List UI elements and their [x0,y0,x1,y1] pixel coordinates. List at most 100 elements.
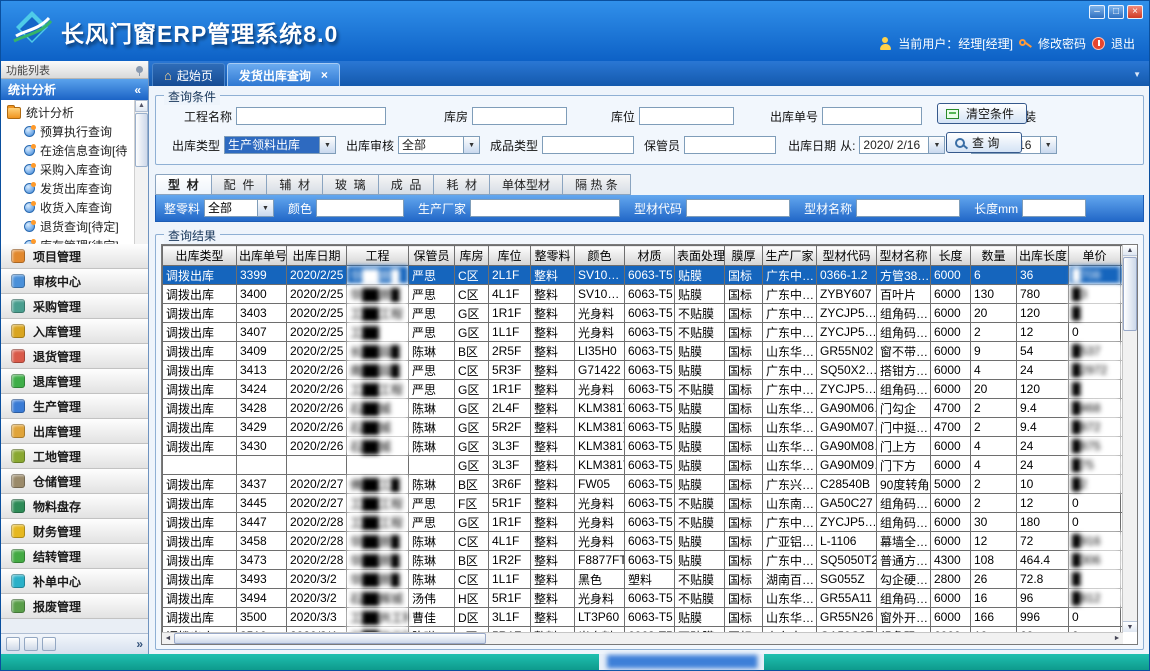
change-password-link[interactable]: 修改密码 [1038,35,1086,52]
column-header[interactable]: 库位 [489,246,531,266]
sidebar-module[interactable]: 报废管理 [1,594,148,619]
table-row[interactable]: 调拨出库34132020/2/26南██园█严思C区5R3F整料G7142260… [163,361,1139,380]
column-header[interactable]: 材质 [625,246,675,266]
sidebar-module[interactable]: 入库管理 [1,319,148,344]
warehouse-input[interactable] [472,107,567,125]
column-header[interactable]: 型材代码 [817,246,877,266]
tree-item[interactable]: 在途信息查询[待 [1,141,148,160]
sidebar-module[interactable]: 出库管理 [1,419,148,444]
profile-name-filter-input[interactable] [856,199,960,217]
table-row[interactable]: 调拨出库35002020/3/3工██共工程曹佳D区3L1F整料LT3P6060… [163,608,1139,627]
sidebar-module[interactable]: 结转管理 [1,544,148,569]
material-tab[interactable]: 辅 材 [267,174,323,195]
tree-item[interactable]: 收货入库查询 [1,198,148,217]
column-header[interactable]: 颜色 [575,246,625,266]
table-row[interactable]: 调拨出库34372020/2/27佛██工█陈琳B区3R6F整料FW056063… [163,475,1139,494]
tab-home[interactable]: ⌂ 起始页 [152,63,225,86]
tree-scrollbar[interactable]: ▲ [134,100,148,244]
column-header[interactable]: 出库日期 [287,246,347,266]
column-header[interactable]: 表面处理 [675,246,725,266]
material-tab[interactable]: 隔 热 条 [563,174,631,195]
keeper-input[interactable] [684,136,776,154]
tree-scroll-thumb[interactable] [135,113,148,167]
horizontal-scrollbar[interactable]: ◄ ► [162,632,1123,644]
scroll-down-icon[interactable]: ▼ [1123,621,1137,632]
sidebar-module[interactable]: 审核中心 [1,269,148,294]
sidebar-module[interactable]: 工地管理 [1,444,148,469]
table-row[interactable]: 调拨出库33992020/2/25华██原█严思C区2L1F整料SV10…606… [163,266,1139,285]
column-header[interactable]: 出库长度 [1017,246,1069,266]
monitor-icon[interactable] [42,637,56,651]
chevron-down-icon[interactable]: ▼ [1040,137,1056,153]
sidebar-module[interactable]: 生产管理 [1,394,148,419]
chevron-down-icon[interactable]: ▼ [319,137,335,153]
column-header[interactable]: 长度 [931,246,971,266]
scroll-left-icon[interactable]: ◄ [162,635,174,642]
scroll-right-icon[interactable]: ► [1111,635,1123,642]
table-row[interactable]: 调拨出库34472020/2/28工██工程严思G区1R1F整料光身料6063-… [163,513,1139,532]
whole-piece-select[interactable]: 全部 ▼ [204,199,274,217]
chevron-down-icon[interactable]: ▼ [463,137,479,153]
minimize-button[interactable]: – [1089,5,1105,19]
column-header[interactable]: 数量 [971,246,1017,266]
order-no-input[interactable] [822,107,922,125]
table-row[interactable]: 调拨出库34942020/3/2石██辉城汤伟H区5R1F整料光身料6063-T… [163,589,1139,608]
location-input[interactable] [639,107,734,125]
project-name-input[interactable] [236,107,386,125]
sidebar-module[interactable]: 采购管理 [1,294,148,319]
column-header[interactable]: 出库类型 [163,246,237,266]
tab-close-icon[interactable]: × [321,68,328,82]
date-from-picker[interactable]: 2020/ 2/16 ▼ [859,136,945,154]
column-header[interactable]: 工程 [347,246,409,266]
length-filter-input[interactable] [1022,199,1086,217]
sidebar-module[interactable]: 物料盘存 [1,494,148,519]
sidebar-module[interactable]: 仓储管理 [1,469,148,494]
audit-select[interactable]: 全部 ▼ [398,136,480,154]
table-row[interactable]: 调拨出库34282020/2/26石██城陈琳G区2L4F整料KLM381760… [163,399,1139,418]
tree-item[interactable]: 发货出库查询 [1,179,148,198]
table-row[interactable]: 调拨出库34242020/2/26工██工程严思G区1R1F整料光身料6063-… [163,380,1139,399]
tree-item[interactable]: 退货查询[待定] [1,217,148,236]
vertical-scroll-thumb[interactable] [1123,257,1137,331]
material-tab[interactable]: 耗 材 [434,174,490,195]
maximize-button[interactable]: □ [1108,5,1124,19]
table-row[interactable]: 调拨出库34582020/2/28华██原█陈琳C区4L1F整料光身料6063-… [163,532,1139,551]
sidebar-module[interactable]: 项目管理 [1,244,148,269]
tab-list-dropdown-icon[interactable]: ▼ [1133,70,1141,79]
column-header[interactable]: 膜厚 [725,246,763,266]
chevron-down-icon[interactable]: ▼ [257,200,273,216]
horizontal-scroll-thumb[interactable] [174,633,486,644]
column-header[interactable]: 单价 [1069,246,1121,266]
product-type-input[interactable] [542,136,634,154]
color-filter-input[interactable] [316,199,404,217]
sidebar-module[interactable]: 退库管理 [1,369,148,394]
logout-link[interactable]: 退出 [1111,35,1135,52]
tab-shipping-outbound-query[interactable]: 发货出库查询 × [227,63,340,86]
column-header[interactable]: 保管员 [409,246,455,266]
column-header[interactable]: 型材名称 [877,246,931,266]
more-panels-icon[interactable]: » [136,637,143,651]
column-header[interactable]: 出库单号 [237,246,287,266]
column-header[interactable]: 整零料 [531,246,575,266]
column-header[interactable]: 库房 [455,246,489,266]
clear-conditions-button[interactable]: 清空条件 [937,103,1027,124]
sidebar-module[interactable]: 退货管理 [1,344,148,369]
out-type-select[interactable]: 生产领料出库 ▼ [224,136,336,154]
tree-item[interactable]: 采购入库查询 [1,160,148,179]
collapse-icon[interactable]: « [134,83,141,97]
column-header[interactable]: 生产厂家 [763,246,817,266]
material-tab[interactable]: 成 品 [379,174,435,195]
table-row[interactable]: 调拨出库34732020/2/28华██原█陈琳B区1R2F整料F8877FT6… [163,551,1139,570]
scroll-up-icon[interactable]: ▲ [135,100,148,112]
table-row[interactable]: 调拨出库34292020/2/26石██城陈琳G区5R2F整料KLM381760… [163,418,1139,437]
table-row[interactable]: 调拨出库34092020/2/25长██园█陈琳B区2R5F整料LI35H060… [163,342,1139,361]
chevron-down-icon[interactable]: ▼ [928,137,944,153]
profile-code-filter-input[interactable] [686,199,790,217]
vertical-scrollbar[interactable]: ▲ ▼ [1122,245,1137,632]
material-tab[interactable]: 型 材 [155,174,212,195]
sidebar-module[interactable]: 财务管理 [1,519,148,544]
table-row[interactable]: 调拨出库34932020/3/2华██原█陈琳C区1L1F整料黑色塑料不贴膜国标… [163,570,1139,589]
material-tab[interactable]: 配 件 [212,174,268,195]
tree-item[interactable]: 预算执行查询 [1,122,148,141]
sidebar-module[interactable]: 补单中心 [1,569,148,594]
